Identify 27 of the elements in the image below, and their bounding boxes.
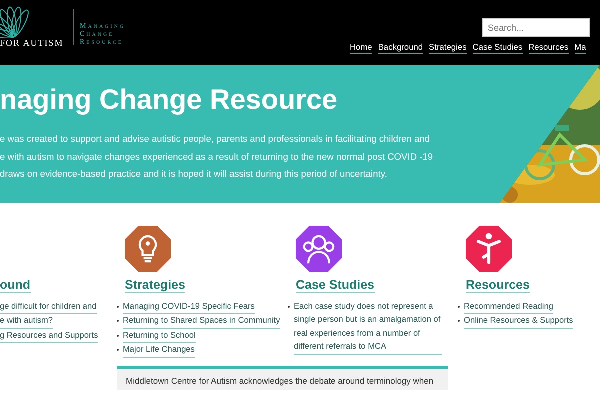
section-heading-link[interactable]: Resources: [466, 278, 530, 293]
notice-text: Middletown Centre for Autism acknowledges the debate around terminology when: [126, 376, 435, 386]
list-link[interactable]: ge difficult for children and: [0, 300, 97, 314]
list-link[interactable]: Each case study does not represent a single person but is an amalgamation of real experiences from a number of different referrals to MCA: [294, 300, 442, 355]
list-link[interactable]: g Resources and Supports: [0, 328, 98, 344]
hero-text-line: draws on evidence-based practice and it is hoped it will assist during this period of uncertainty.: [0, 168, 388, 181]
list-link[interactable]: Recommended Reading: [464, 300, 554, 314]
list-link[interactable]: Major Life Changes: [123, 343, 195, 358]
section-heading-link[interactable]: Strategies: [125, 278, 186, 293]
list-link[interactable]: Online Resources & Supports: [464, 314, 574, 329]
nav-link[interactable]: Ma: [574, 42, 586, 54]
nav-link[interactable]: Strategies: [429, 42, 467, 54]
nav-link[interactable]: Case Studies: [472, 42, 523, 54]
hero-text-line: e was created to support and advise autistic people, parents and professionals in facilitating children and: [0, 133, 431, 146]
hero-title: naging Change Resource: [0, 83, 339, 117]
list-link[interactable]: Returning to Shared Spaces in Community: [123, 314, 280, 329]
hero-text-line: e with autism to navigate changes experienced as a result of returning to the new normal post COVID -19: [0, 150, 434, 164]
section-heading-link[interactable]: Case Studies: [296, 278, 375, 293]
logo-text: FOR AUTISM: [0, 38, 64, 48]
list-link[interactable]: e with autism?: [0, 314, 54, 329]
nav-link[interactable]: Resources: [528, 42, 569, 54]
list-link[interactable]: Returning to School: [123, 328, 196, 344]
nav-link[interactable]: Background: [378, 42, 424, 54]
list-link[interactable]: Managing COVID-19 Specific Fears: [123, 300, 255, 314]
search-field[interactable]: Search...: [482, 18, 590, 37]
section-heading-link[interactable]: ound: [0, 278, 31, 293]
nav-link[interactable]: Home: [350, 42, 372, 54]
